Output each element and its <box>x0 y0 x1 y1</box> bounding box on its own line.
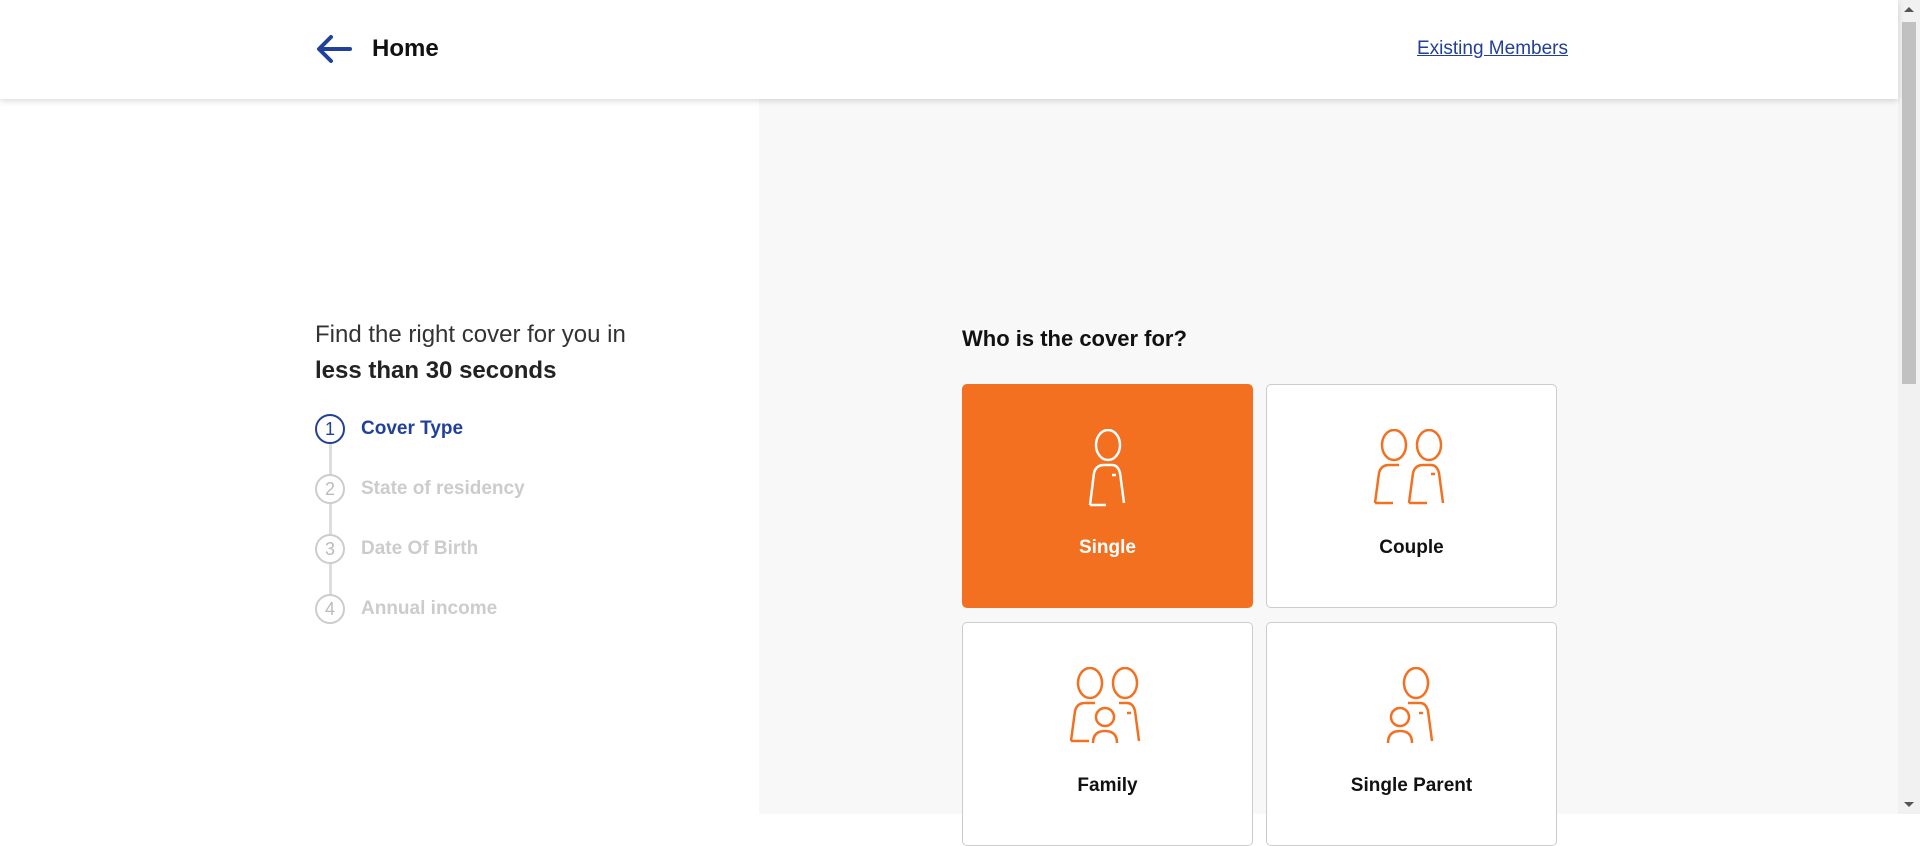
family-icon <box>1069 667 1140 744</box>
scroll-down-icon[interactable] <box>1904 802 1914 807</box>
intro-line1: Find the right cover for you in <box>315 321 626 348</box>
option-single-parent[interactable]: Single Parent <box>1266 622 1557 846</box>
step-number: 2 <box>315 474 345 504</box>
step-label: State of residency <box>361 478 525 499</box>
step-connector <box>329 504 332 534</box>
step-connector <box>329 444 332 474</box>
intro-heading: Find the right cover for you in less tha… <box>315 317 626 389</box>
step-number: 1 <box>315 414 345 444</box>
option-label: Family <box>1077 775 1138 796</box>
step-number: 3 <box>315 534 345 564</box>
option-label: Single <box>1078 537 1136 558</box>
couple-icon <box>1373 429 1444 505</box>
progress-steps: 1 Cover Type 2 State of residency 3 Date Of… <box>315 414 525 654</box>
single-person-icon <box>1088 429 1125 507</box>
step-label: Cover Type <box>361 418 464 439</box>
option-couple[interactable]: Couple <box>1266 384 1557 608</box>
existing-members-link[interactable]: Existing Members <box>1417 38 1568 60</box>
step-label: Date Of Birth <box>361 538 479 559</box>
step-cover-type: 1 Cover Type <box>315 414 525 474</box>
vertical-scrollbar[interactable] <box>1898 0 1920 814</box>
step-number: 4 <box>315 594 345 624</box>
option-family[interactable]: Family <box>962 622 1253 846</box>
option-label: Single Parent <box>1350 775 1473 796</box>
question-heading: Who is the cover for? <box>962 326 1187 351</box>
step-annual-income: 4 Annual income <box>315 594 525 654</box>
arrow-left-icon <box>317 35 352 63</box>
top-header: Home Existing Members <box>0 0 1898 99</box>
step-date-of-birth: 3 Date Of Birth <box>315 534 525 594</box>
step-label: Annual income <box>361 598 498 619</box>
step-connector <box>329 564 332 594</box>
intro-line2: less than 30 seconds <box>315 357 557 384</box>
option-single[interactable]: Single <box>962 384 1253 608</box>
home-link[interactable]: Home <box>372 35 439 63</box>
scroll-up-icon[interactable] <box>1904 7 1914 12</box>
option-label: Couple <box>1379 537 1444 558</box>
step-state-of-residency: 2 State of residency <box>315 474 525 534</box>
scrollbar-thumb[interactable] <box>1902 22 1916 384</box>
back-button[interactable] <box>314 32 354 66</box>
single-parent-icon <box>1386 667 1433 744</box>
